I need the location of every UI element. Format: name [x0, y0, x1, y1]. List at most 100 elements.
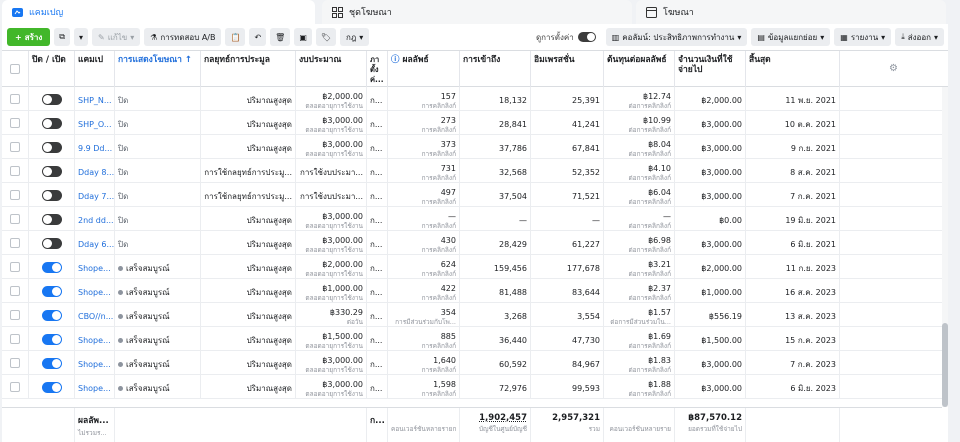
campaign-toggle[interactable] [41, 166, 62, 177]
breakdown-button[interactable]: ▤ ข้อมูลแยกย่อย ▾ [751, 28, 831, 46]
header-bid-strategy[interactable]: กลยุทธ์การประมูล [201, 51, 296, 87]
create-button[interactable]: + สร้าง [7, 28, 51, 46]
campaign-toggle[interactable] [41, 334, 62, 345]
campaign-name-link[interactable]: Shope... [78, 383, 111, 394]
campaign-toggle[interactable] [41, 382, 62, 393]
campaign-name-link[interactable]: Dday 6... [78, 239, 114, 250]
row-select-cell [2, 351, 29, 375]
campaign-name-link[interactable]: Shope... [78, 335, 111, 346]
row-checkbox[interactable] [10, 310, 20, 320]
header-cost-per-result[interactable]: ต้นทุนต่อผลลัพธ์ [604, 51, 675, 87]
row-checkbox[interactable] [10, 166, 20, 176]
duplicate-button[interactable]: ⧉ [54, 28, 70, 46]
table-row[interactable]: Shope... เสร็จสมบูรณ์ ปริมาณสูงสุด ฿1,50… [2, 327, 942, 351]
campaign-toggle[interactable] [41, 118, 62, 129]
view-settings-label: ดูการตั้งค่า [535, 32, 574, 42]
campaign-name-cell: 9.9 Dd... [75, 135, 115, 159]
status-dot [118, 386, 123, 391]
table-row[interactable]: Shope... เสร็จสมบูรณ์ ปริมาณสูงสุด ฿1,00… [2, 279, 942, 303]
tag-button[interactable]: 🏷 [315, 28, 337, 46]
clipboard-button[interactable]: 📋 [225, 28, 246, 46]
header-amount-spent[interactable]: จำนวนเงินที่ใช้จ่ายไป [675, 51, 746, 87]
row-checkbox[interactable] [10, 334, 20, 344]
delete-button[interactable]: 🗑 [270, 28, 291, 46]
tab-adsets[interactable]: ชุดโฆษณา [322, 0, 632, 24]
results-cell: 430 การคลิกลิงก์ [388, 231, 460, 255]
row-checkbox[interactable] [10, 142, 20, 152]
header-budget[interactable]: งบประมาณ [296, 51, 367, 87]
campaign-toggle[interactable] [41, 238, 62, 249]
campaign-name-link[interactable]: Dday 8... [78, 167, 114, 178]
header-attribution[interactable]: ภา ตั้ง ค่... [367, 51, 388, 87]
campaign-toggle[interactable] [41, 142, 62, 153]
header-ends[interactable]: สิ้นสุด [746, 51, 840, 87]
table-row[interactable]: CBO//n... เสร็จสมบูรณ์ ปริมาณสูงสุด ฿330… [2, 303, 942, 327]
campaign-toggle[interactable] [41, 94, 62, 105]
ends-cell: 16 ส.ค. 2023 [746, 279, 840, 303]
row-checkbox[interactable] [10, 286, 20, 296]
preview-button[interactable]: ▣ [294, 28, 312, 46]
bid-strategy-cell: ปริมาณสูงสุด [201, 135, 296, 159]
row-checkbox[interactable] [10, 214, 20, 224]
table-row[interactable]: 9.9 Dd... ปิด ปริมาณสูงสุด ฿3,000.00 ตลอด… [2, 135, 942, 159]
undo-button[interactable]: ↶ [249, 28, 267, 46]
export-button[interactable]: ⤓ ส่งออก ▾ [895, 28, 944, 46]
table-row[interactable]: Shope... เสร็จสมบูรณ์ ปริมาณสูงสุด ฿3,00… [2, 375, 942, 399]
row-checkbox[interactable] [10, 118, 20, 128]
flask-icon: ⚗ [150, 32, 158, 42]
tab-ads[interactable]: โฆษณา [636, 0, 946, 24]
duplicate-menu-button[interactable]: ▾ [74, 28, 89, 46]
header-results[interactable]: ⓘ ผลลัพธ์ [388, 51, 460, 87]
select-all-checkbox[interactable] [10, 64, 20, 74]
row-select-cell [2, 183, 29, 207]
campaign-toggle[interactable] [41, 262, 62, 273]
campaign-name-link[interactable]: 2nd dd... [78, 215, 114, 226]
gear-icon[interactable]: ⚙ [889, 63, 898, 74]
campaign-toggle[interactable] [41, 214, 62, 225]
row-checkbox[interactable] [10, 238, 20, 248]
impressions-cell: 67,841 [531, 135, 604, 159]
table-row[interactable]: Dday 8... ปิด การใช้กลยุทธ์การประมู... ก… [2, 159, 942, 183]
rules-button[interactable]: กฎ ▾ [340, 28, 370, 46]
row-checkbox[interactable] [10, 190, 20, 200]
campaign-name-link[interactable]: SHP_N... [78, 95, 112, 106]
tab-campaigns[interactable]: แคมเปญ [2, 0, 315, 24]
row-checkbox[interactable] [10, 358, 20, 368]
vertical-scrollbar[interactable] [942, 87, 948, 407]
campaign-toggle[interactable] [41, 310, 62, 321]
view-settings-toggle[interactable] [577, 32, 596, 42]
ads-manager: แคมเปญ ชุดโฆษณา โฆษณา + สร้าง ⧉ ▾ ✎ แก้ไข ▾… [0, 0, 960, 442]
row-toggle-cell [29, 159, 75, 183]
campaign-name-link[interactable]: 9.9 Dd... [78, 143, 112, 154]
campaign-name-link[interactable]: CBO//n... [78, 311, 113, 322]
ab-test-button[interactable]: ⚗ การทดสอบ A/B [144, 28, 222, 46]
row-checkbox[interactable] [10, 262, 20, 272]
reports-button[interactable]: ▦ รายงาน ▾ [834, 28, 892, 46]
table-row[interactable]: 2nd dd... ปิด ปริมาณสูงสุด ฿3,000.00 ตลอด… [2, 207, 942, 231]
campaign-name-link[interactable]: Dday 7... [78, 191, 114, 202]
table-row[interactable]: Dday 7... ปิด การใช้กลยุทธ์การประมู... ก… [2, 183, 942, 207]
header-campaign[interactable]: แคมเป [75, 51, 115, 87]
campaign-toggle[interactable] [41, 358, 62, 369]
campaign-toggle[interactable] [41, 190, 62, 201]
table-row[interactable]: SHP_O... ปิด ปริมาณสูงสุด ฿3,000.00 ตลอดอ… [2, 111, 942, 135]
header-delivery[interactable]: การแสดงโฆษณา ↑ [115, 51, 201, 87]
table-row[interactable]: Dday 6... ปิด ปริมาณสูงสุด ฿3,000.00 ตลอด… [2, 231, 942, 255]
table-row[interactable]: Shope... เสร็จสมบูรณ์ ปริมาณสูงสุด ฿3,00… [2, 351, 942, 375]
scrollbar-thumb[interactable] [942, 323, 948, 407]
header-reach[interactable]: การเข้าถึง [460, 51, 531, 87]
header-impressions[interactable]: อิมเพรสชั่น [531, 51, 604, 87]
row-checkbox[interactable] [10, 382, 20, 392]
edit-button[interactable]: ✎ แก้ไข ▾ [92, 28, 141, 46]
columns-button[interactable]: ▥ คอลัมน์: ประสิทธิภาพการทำงาน ▾ [605, 28, 748, 46]
download-icon: ⤓ [901, 32, 905, 41]
table-row[interactable]: SHP_N... ปิด ปริมาณสูงสุด ฿2,000.00 ตลอดอ… [2, 87, 942, 111]
header-onoff[interactable]: ปิด / เปิด [29, 51, 75, 87]
campaign-toggle[interactable] [41, 286, 62, 297]
campaign-name-link[interactable]: SHP_O... [78, 119, 112, 130]
table-row[interactable]: Shope... เสร็จสมบูรณ์ ปริมาณสูงสุด ฿2,00… [2, 255, 942, 279]
row-checkbox[interactable] [10, 94, 20, 104]
campaign-name-link[interactable]: Shope... [78, 263, 111, 274]
campaign-name-link[interactable]: Shope... [78, 287, 111, 298]
campaign-name-link[interactable]: Shope... [78, 359, 111, 370]
